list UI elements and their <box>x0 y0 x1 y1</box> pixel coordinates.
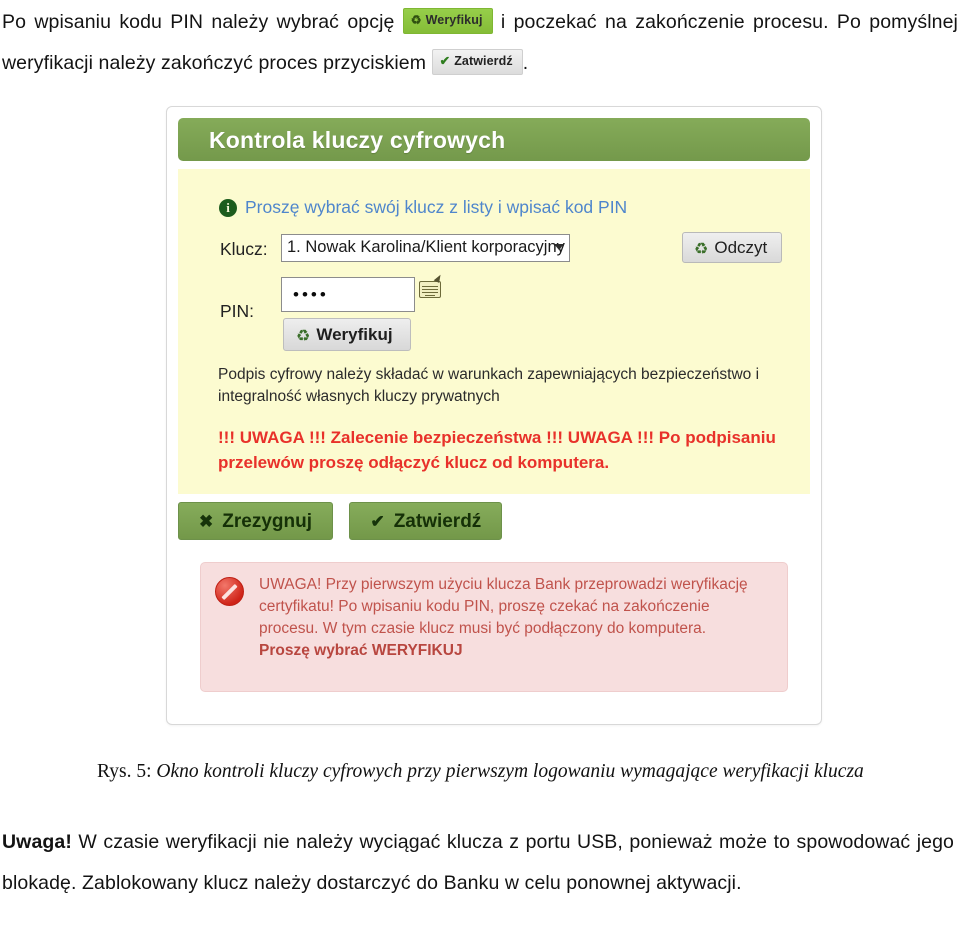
alert-body: UWAGA! Przy pierwszym użyciu klucza Bank… <box>259 576 748 637</box>
action-row: ✖ Zrezygnuj ✔ Zatwierdź <box>178 502 514 540</box>
closing-paragraph: Uwaga! W czasie weryfikacji nie należy w… <box>2 822 954 904</box>
refresh-icon: ♻ <box>296 328 311 345</box>
info-icon: i <box>219 199 237 217</box>
check-icon: ✔ <box>439 54 451 69</box>
pin-field-label: PIN: <box>220 301 255 321</box>
alert-emphasis: Proszę wybrać WERYFIKUJ <box>259 642 463 659</box>
virtual-keyboard-icon[interactable] <box>419 281 441 298</box>
key-select[interactable]: 1. Nowak Karolina/Klient korporacyjny <box>281 234 570 262</box>
key-field-label: Klucz: <box>220 239 268 259</box>
check-icon: ✔ <box>370 512 385 531</box>
closing-paragraph-body: W czasie weryfikacji nie należy wyciągać… <box>2 831 954 894</box>
cancel-button[interactable]: ✖ Zrezygnuj <box>178 502 333 540</box>
cross-icon: ✖ <box>199 512 214 531</box>
intro-paragraph: Po wpisaniu kodu PIN należy wybrać opcję… <box>2 2 958 84</box>
intro-text-part-3: . <box>522 52 529 74</box>
prohibition-icon <box>215 577 244 606</box>
inline-verify-button-label: Weryfikuj <box>425 13 483 28</box>
figure-caption-title: Okno kontroli kluczy cyfrowych przy pier… <box>156 761 864 782</box>
figure-caption-number: Rys. 5: <box>97 761 152 782</box>
read-button[interactable]: ♻ Odczyt <box>682 232 783 263</box>
info-message: Proszę wybrać swój klucz z listy i wpisa… <box>245 197 628 217</box>
inline-confirm-button[interactable]: ✔ Zatwierdź <box>431 49 523 75</box>
key-select-value: 1. Nowak Karolina/Klient korporacyjny <box>287 238 565 256</box>
refresh-icon: ♻ <box>410 13 422 28</box>
intro-text-part-1: Po wpisaniu kodu PIN należy wybrać opcję <box>2 11 395 33</box>
pin-input[interactable]: •••• <box>281 277 415 312</box>
verify-button[interactable]: ♻ Weryfikuj <box>283 318 411 351</box>
inline-confirm-button-label: Zatwierdź <box>454 54 513 69</box>
refresh-icon: ♻ <box>694 241 709 258</box>
verify-button-label: Weryfikuj <box>316 325 393 344</box>
figure-caption: Rys. 5: Okno kontroli kluczy cyfrowych p… <box>97 758 887 785</box>
security-warning: !!! UWAGA !!! Zalecenie bezpieczeństwa !… <box>218 428 776 472</box>
app-header-title: Kontrola kluczy cyfrowych <box>209 127 506 153</box>
screenshot-figure: Kontrola kluczy cyfrowych i Proszę wybra… <box>166 106 822 725</box>
signature-note: Podpis cyfrowy należy składać w warunkac… <box>218 366 760 405</box>
confirm-button[interactable]: ✔ Zatwierdź <box>349 502 503 540</box>
confirm-button-label: Zatwierdź <box>393 511 482 532</box>
first-use-alert: UWAGA! Przy pierwszym użyciu klucza Bank… <box>200 562 788 692</box>
read-button-label: Odczyt <box>714 238 768 257</box>
first-use-alert-text: UWAGA! Przy pierwszym użyciu klucza Bank… <box>259 574 764 662</box>
app-header: Kontrola kluczy cyfrowych <box>178 118 810 161</box>
chevron-down-icon <box>554 244 564 250</box>
closing-paragraph-lead: Uwaga! <box>2 831 72 853</box>
cancel-button-label: Zrezygnuj <box>222 511 312 532</box>
inline-verify-button[interactable]: ♻ Weryfikuj <box>402 8 493 34</box>
pin-input-value: •••• <box>293 285 329 304</box>
